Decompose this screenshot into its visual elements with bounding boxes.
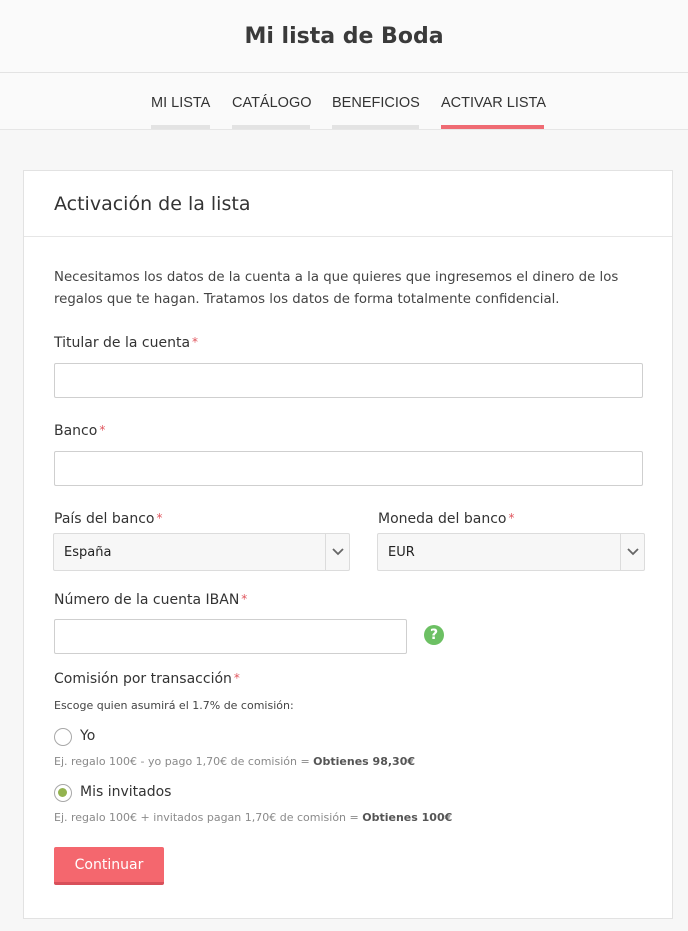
- country-label: País del banco *: [54, 511, 162, 527]
- radio-mis-invitados[interactable]: [54, 784, 72, 802]
- option-invitados-note-text: Ej. regalo 100€ + invitados pagan 1,70€ …: [54, 811, 363, 824]
- continue-button[interactable]: Continuar: [54, 847, 164, 885]
- chevron-down-icon: [620, 534, 644, 570]
- option-invitados-note: Ej. regalo 100€ + invitados pagan 1,70€ …: [54, 811, 452, 824]
- activation-card: Activación de la lista Necesitamos los d…: [23, 170, 673, 919]
- commission-label: Comisión por transacción *: [54, 671, 240, 687]
- page-title: Mi lista de Boda: [244, 23, 444, 49]
- holder-label: Titular de la cuenta *: [54, 335, 198, 351]
- currency-label: Moneda del banco *: [378, 511, 515, 527]
- required-mark: *: [192, 335, 199, 349]
- required-mark: *: [156, 511, 163, 525]
- card-title: Activación de la lista: [54, 193, 251, 215]
- radio-yo-label[interactable]: Yo: [80, 728, 95, 744]
- intro-text: Necesitamos los datos de la cuenta a la …: [54, 270, 619, 307]
- currency-label-text: Moneda del banco: [378, 511, 507, 527]
- required-mark: *: [241, 592, 248, 606]
- tab-bar: MI LISTA CATÁLOGO BENEFICIOS ACTIVAR LIS…: [0, 73, 688, 130]
- commission-description: Escoge quien asumirá el 1.7% de comisión…: [54, 699, 294, 712]
- currency-select[interactable]: EUR: [377, 533, 645, 571]
- currency-select-value: EUR: [388, 544, 415, 560]
- holder-input[interactable]: [54, 363, 643, 398]
- bank-label: Banco *: [54, 423, 105, 439]
- radio-yo[interactable]: [54, 728, 72, 746]
- card-header: Activación de la lista: [24, 171, 672, 237]
- commission-label-text: Comisión por transacción: [54, 671, 232, 687]
- chevron-down-icon: [325, 534, 349, 570]
- option-invitados-note-bold: Obtienes 100€: [362, 811, 453, 824]
- tab-activar-lista[interactable]: ACTIVAR LISTA: [441, 73, 546, 129]
- option-yo-note: Ej. regalo 100€ - yo pago 1,70€ de comis…: [54, 755, 415, 768]
- country-select[interactable]: España: [53, 533, 350, 571]
- question-icon[interactable]: ?: [424, 625, 444, 645]
- country-select-value: España: [64, 544, 112, 560]
- holder-label-text: Titular de la cuenta: [54, 335, 191, 351]
- option-yo-note-text: Ej. regalo 100€ - yo pago 1,70€ de comis…: [54, 755, 314, 768]
- country-label-text: País del banco: [54, 511, 155, 527]
- bank-label-text: Banco: [54, 423, 98, 439]
- radio-mis-invitados-label[interactable]: Mis invitados: [80, 784, 171, 800]
- required-mark: *: [233, 671, 240, 685]
- option-yo-note-bold: Obtienes 98,30€: [313, 755, 416, 768]
- required-mark: *: [99, 423, 106, 437]
- iban-label-text: Número de la cuenta IBAN: [54, 592, 240, 608]
- iban-label: Número de la cuenta IBAN *: [54, 592, 247, 608]
- bank-input[interactable]: [54, 451, 643, 486]
- app-header: Mi lista de Boda: [0, 0, 688, 73]
- required-mark: *: [508, 511, 515, 525]
- iban-input[interactable]: [54, 619, 407, 654]
- tab-catalogo[interactable]: CATÁLOGO: [232, 73, 312, 129]
- tab-mi-lista[interactable]: MI LISTA: [151, 73, 210, 129]
- tab-beneficios[interactable]: BENEFICIOS: [332, 73, 420, 129]
